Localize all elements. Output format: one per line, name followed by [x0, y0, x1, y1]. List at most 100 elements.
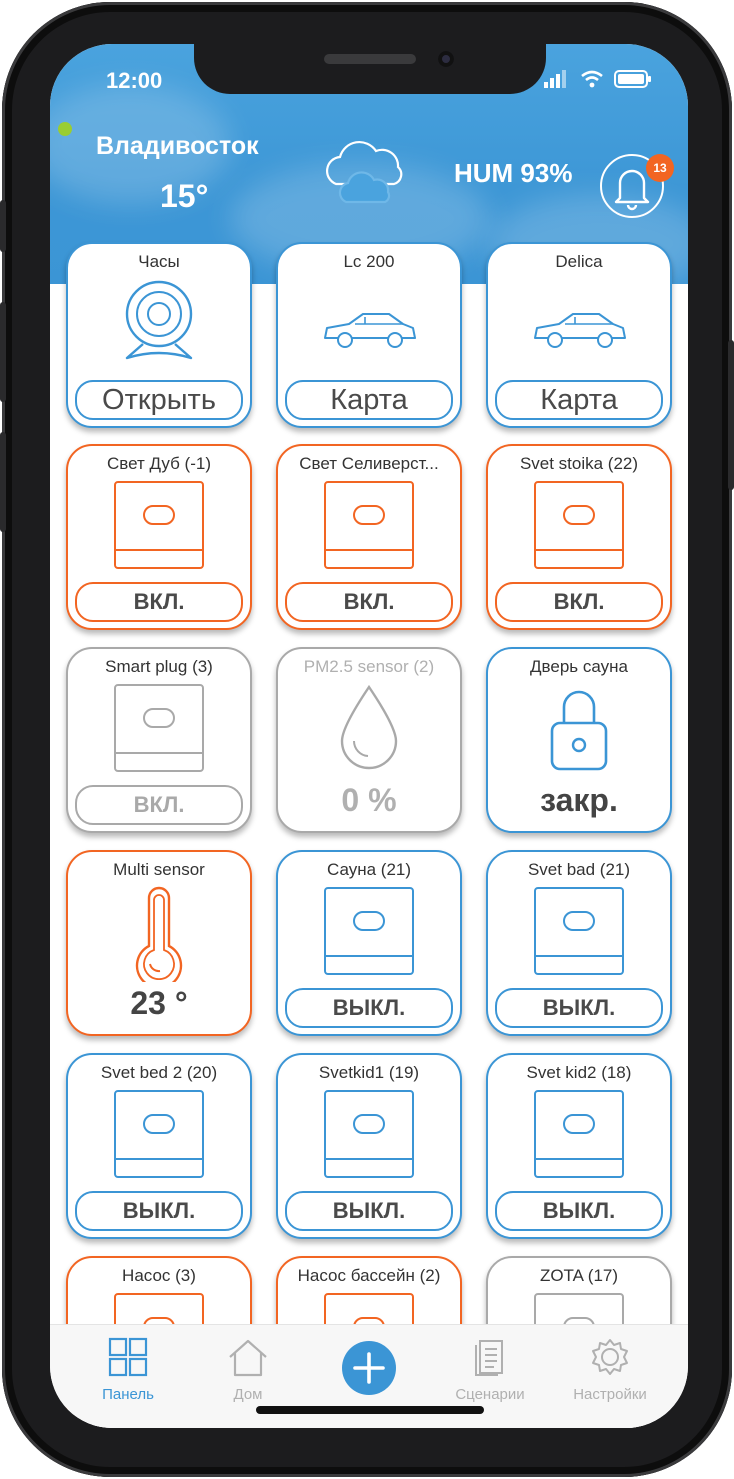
- device-action-button[interactable]: ВКЛ.: [75, 785, 243, 825]
- car-icon: [324, 313, 416, 348]
- tab-panel-label: Панель: [102, 1386, 154, 1403]
- device-tile[interactable]: Svet bad (21) ВЫКЛ.: [486, 850, 672, 1036]
- device-tile[interactable]: Svetkid1 (19) ВЫКЛ.: [276, 1053, 462, 1239]
- device-title: Насос (3): [122, 1266, 196, 1285]
- device-icon: [68, 886, 250, 982]
- switch-icon: [534, 481, 624, 569]
- device-grid: Часы Открыть Lc 200 Карта Delica Карта Свет Ду…: [50, 44, 688, 1428]
- device-icon: [278, 886, 460, 978]
- car-icon: [534, 313, 626, 348]
- device-icon: [68, 683, 250, 775]
- device-title: Сауна (21): [326, 860, 412, 879]
- device-action-button[interactable]: ВКЛ.: [285, 582, 453, 622]
- device-title: Svet bad (21): [527, 860, 631, 879]
- lock-icon: [550, 690, 608, 771]
- device-tile[interactable]: Svet bed 2 (20) ВЫКЛ.: [66, 1053, 252, 1239]
- device-action-button[interactable]: ВЫКЛ.: [495, 1191, 663, 1231]
- add-button[interactable]: [342, 1341, 396, 1395]
- device-title: Svet stoika (22): [519, 454, 639, 473]
- device-icon: [68, 480, 250, 572]
- device-icon: [68, 278, 250, 368]
- device-tile[interactable]: Сауна (21) ВЫКЛ.: [276, 850, 462, 1036]
- volume-down-button: [0, 432, 6, 532]
- device-action-button[interactable]: ВКЛ.: [75, 582, 243, 622]
- device-title: Свет Селиверст...: [299, 454, 439, 473]
- switch-icon: [324, 481, 414, 569]
- device-title: ZOTA (17): [539, 1266, 619, 1285]
- device-action-button[interactable]: ВЫКЛ.: [285, 988, 453, 1028]
- device-tile[interactable]: Svet kid2 (18) ВЫКЛ.: [486, 1053, 672, 1239]
- device-action-button[interactable]: Открыть: [75, 380, 243, 420]
- switch-icon: [534, 887, 624, 975]
- device-icon: [68, 1089, 250, 1181]
- device-title: Multi sensor: [113, 860, 205, 879]
- webcam-icon: [125, 280, 193, 360]
- device-tile[interactable]: Multi sensor 23 °: [66, 850, 252, 1036]
- device-title: Delica: [555, 252, 603, 271]
- switch-icon: [114, 684, 204, 772]
- power-button: [728, 340, 734, 490]
- device-tile[interactable]: Smart plug (3) ВКЛ.: [66, 647, 252, 833]
- device-action-button[interactable]: ВКЛ.: [495, 582, 663, 622]
- device-tile[interactable]: Часы Открыть: [66, 242, 252, 428]
- device-title: Smart plug (3): [105, 657, 213, 676]
- switch-icon: [534, 1090, 624, 1178]
- device-icon: [488, 480, 670, 572]
- device-title: PM2.5 sensor (2): [303, 657, 435, 676]
- tab-scenarios-label: Сценарии: [455, 1386, 525, 1403]
- device-title: Svet bed 2 (20): [100, 1063, 218, 1082]
- device-title: Дверь сауна: [530, 657, 628, 676]
- device-icon: [488, 278, 670, 360]
- switch-icon: [114, 1090, 204, 1178]
- device-icon: [278, 683, 460, 773]
- switch-icon: [324, 887, 414, 975]
- device-tile[interactable]: PM2.5 sensor (2) 0 %: [276, 647, 462, 833]
- device-title: Svet kid2 (18): [526, 1063, 632, 1082]
- phone-frame: 12:00 Владивосток 15° HUM 93% 13 Часы От…: [0, 2, 734, 1477]
- device-action-button[interactable]: ВЫКЛ.: [495, 988, 663, 1028]
- device-action-button[interactable]: Карта: [285, 380, 453, 420]
- device-value: закр.: [540, 782, 618, 818]
- device-title: Svetkid1 (19): [318, 1063, 420, 1082]
- screen: 12:00 Владивосток 15° HUM 93% 13 Часы От…: [50, 44, 688, 1428]
- grid-icon: [108, 1337, 148, 1377]
- house-icon: [229, 1339, 267, 1377]
- switch-icon: [114, 481, 204, 569]
- tab-panel[interactable]: Панель: [68, 1337, 188, 1403]
- notch: [194, 44, 546, 94]
- plus-icon: [353, 1352, 385, 1384]
- document-icon: [475, 1340, 503, 1376]
- device-tile[interactable]: Lc 200 Карта: [276, 242, 462, 428]
- gear-icon: [592, 1339, 628, 1375]
- volume-up-button: [0, 302, 6, 402]
- device-tile[interactable]: Delica Карта: [486, 242, 672, 428]
- device-title: Свет Дуб (-1): [107, 454, 211, 473]
- thermometer-icon: [135, 886, 183, 982]
- device-tile[interactable]: Свет Дуб (-1) ВКЛ.: [66, 444, 252, 630]
- device-title: Часы: [138, 252, 180, 271]
- tab-settings[interactable]: Настройки: [550, 1337, 670, 1403]
- device-tile[interactable]: Дверь сауна закр.: [486, 647, 672, 833]
- home-indicator: [256, 1406, 484, 1414]
- tab-home-label: Дом: [233, 1386, 263, 1403]
- tab-home[interactable]: Дом: [188, 1337, 308, 1403]
- device-icon: [278, 1089, 460, 1181]
- device-icon: [488, 886, 670, 978]
- device-icon: [488, 1089, 670, 1181]
- tab-settings-label: Настройки: [573, 1386, 647, 1403]
- tab-scenarios[interactable]: Сценарии: [430, 1337, 550, 1403]
- droplet-icon: [340, 684, 398, 770]
- device-action-button[interactable]: ВЫКЛ.: [75, 1191, 243, 1231]
- device-icon: [488, 683, 670, 775]
- device-action-button[interactable]: ВЫКЛ.: [285, 1191, 453, 1231]
- notification-badge: 13: [646, 154, 674, 182]
- mute-switch: [0, 200, 6, 252]
- device-title: Lc 200: [343, 252, 395, 271]
- device-tile[interactable]: Свет Селиверст... ВКЛ.: [276, 444, 462, 630]
- device-value: 0 %: [341, 782, 397, 818]
- device-icon: [278, 480, 460, 572]
- device-icon: [278, 278, 460, 360]
- device-action-button[interactable]: Карта: [495, 380, 663, 420]
- device-title: Насос бассейн (2): [297, 1266, 441, 1285]
- device-tile[interactable]: Svet stoika (22) ВКЛ.: [486, 444, 672, 630]
